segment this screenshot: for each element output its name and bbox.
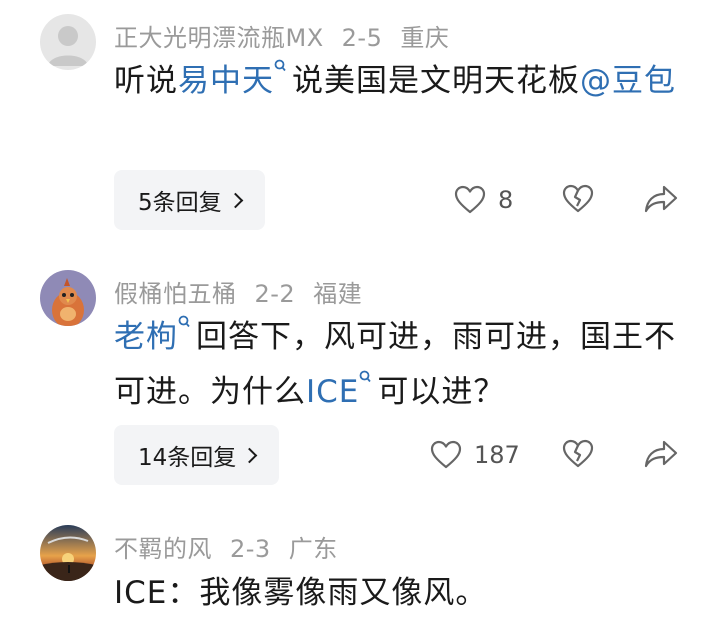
text-fragment: 可以进？	[377, 374, 506, 410]
like-count: 187	[474, 441, 520, 469]
view-replies-button[interactable]: 14条回复	[114, 425, 280, 485]
search-link[interactable]: 易中天	[178, 63, 274, 99]
username[interactable]: 假桶怕五桶	[114, 280, 237, 308]
chevron-right-icon	[242, 447, 258, 463]
comment-text: 听说易中天 说美国是文明天花板@豆包	[114, 54, 694, 109]
comment-meta: 假桶怕五桶 2-2 福建	[114, 274, 380, 309]
default-avatar-icon	[48, 26, 88, 66]
comment-date: 2-5	[341, 24, 383, 52]
comment-meta: 不羁的风 2-3 广东	[114, 529, 356, 564]
text-fragment: ICE：我像雾像雨又像风。	[114, 575, 488, 611]
search-icon	[178, 315, 190, 328]
sunset-avatar-icon	[40, 525, 96, 581]
avatar[interactable]	[40, 270, 96, 326]
username[interactable]: 不羁的风	[114, 535, 212, 563]
like-button[interactable]: 8	[454, 185, 558, 215]
search-icon	[359, 370, 372, 383]
text-fragment: 听说	[114, 63, 178, 99]
username[interactable]: 正大光明漂流瓶MX	[114, 24, 324, 52]
comment-date: 2-2	[254, 280, 296, 308]
search-link[interactable]: ICE	[306, 374, 359, 410]
search-link[interactable]: 老枸	[114, 319, 178, 355]
comment-meta: 正大光明漂流瓶MX 2-5 重庆	[114, 18, 467, 53]
search-icon	[274, 59, 286, 72]
mention-link[interactable]: @豆包	[580, 63, 676, 99]
view-replies-button[interactable]: 5条回复	[114, 170, 265, 230]
comment-location: 重庆	[400, 24, 450, 52]
broken-heart-icon[interactable]	[562, 439, 594, 469]
like-button[interactable]: 187	[430, 440, 558, 470]
heart-icon	[430, 440, 462, 469]
replies-label: 14条回复	[138, 445, 237, 471]
avatar[interactable]	[40, 14, 96, 70]
comment-text: ICE：我像雾像雨又像风。	[114, 566, 694, 621]
bird-avatar-icon	[52, 278, 84, 326]
comment-location: 福建	[313, 280, 363, 308]
comment-actions: 8	[454, 170, 678, 230]
heart-icon	[454, 185, 486, 214]
like-count: 8	[498, 186, 514, 214]
replies-label: 5条回复	[138, 190, 222, 216]
comment-date: 2-3	[230, 535, 271, 563]
avatar[interactable]	[40, 525, 96, 581]
share-icon[interactable]	[644, 184, 678, 214]
comment-location: 广东	[288, 535, 338, 563]
text-fragment: 说美国是文明天花板	[292, 63, 580, 99]
comment-actions: 187	[430, 425, 678, 485]
comment-text: 老枸 回答下，风可进，雨可进，国王不可进。为什么ICE 可以进？	[114, 310, 694, 420]
share-icon[interactable]	[644, 439, 678, 469]
chevron-right-icon	[227, 192, 243, 208]
broken-heart-icon[interactable]	[562, 184, 594, 214]
